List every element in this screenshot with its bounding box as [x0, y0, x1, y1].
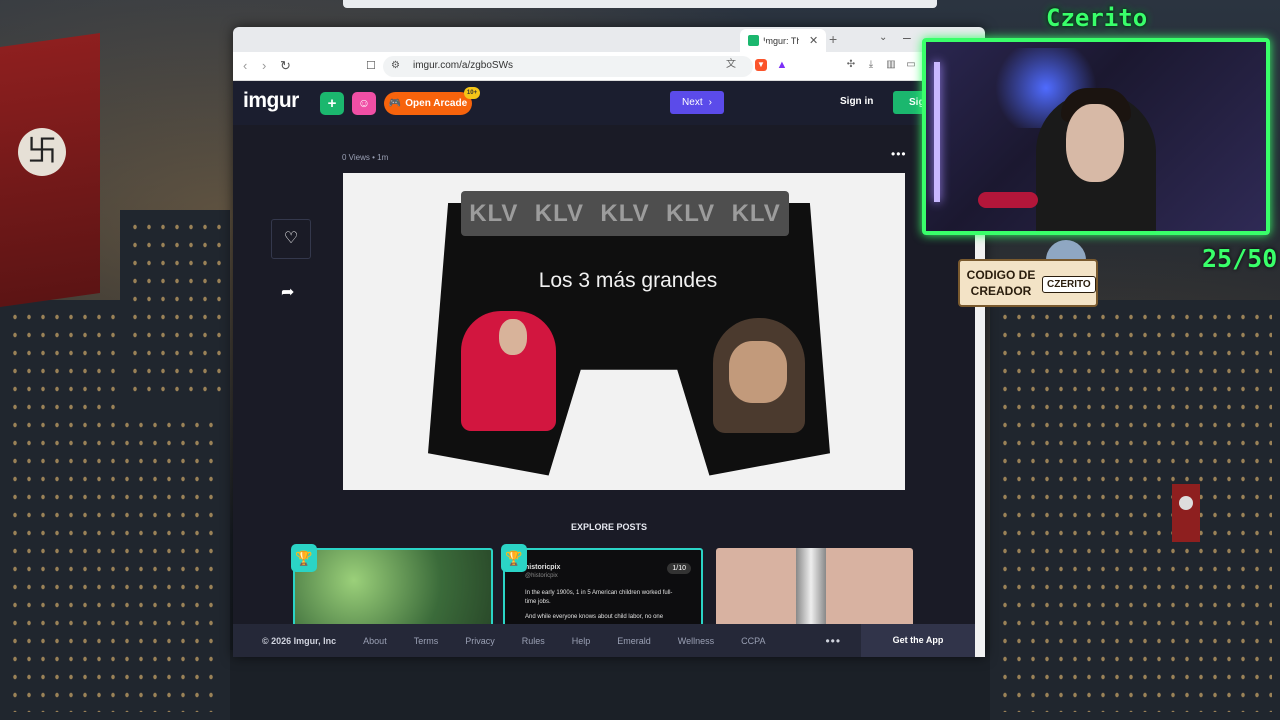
footer-link-ccpa[interactable]: CCPA	[741, 636, 765, 646]
footer-link-terms[interactable]: Terms	[414, 636, 439, 646]
arcade-badge: 10+	[464, 87, 480, 99]
background-window-edge	[343, 0, 937, 8]
creator-code-name: CZERITO	[1042, 276, 1096, 293]
url-text[interactable]: imgur.com/a/zgboSWs	[413, 60, 513, 71]
sign-in-link[interactable]: Sign in	[840, 96, 873, 107]
next-label: Next	[682, 97, 703, 108]
footer-copyright: © 2026 Imgur, Inc	[262, 635, 337, 646]
explore-card[interactable]	[716, 548, 913, 628]
card-text: In the early 1900s, 1 in 5 American chil…	[525, 590, 673, 605]
gamepad-icon: 🎮	[388, 98, 402, 109]
person-face	[499, 319, 527, 355]
reload-icon[interactable]: ↻	[280, 58, 291, 74]
open-arcade-label: Open Arcade	[405, 98, 468, 109]
minimize-window-icon[interactable]: –	[903, 29, 911, 45]
imgur-logo[interactable]: imgur	[243, 89, 299, 113]
upload-button[interactable]: +	[320, 92, 344, 115]
footer-link-wellness[interactable]: Wellness	[678, 636, 714, 646]
share-arrow-icon[interactable]: ➦	[281, 282, 294, 302]
post-image[interactable]: KLV KLV KLV KLV KLV Los 3 más grandes	[343, 173, 905, 490]
waistband-text: KLV	[665, 199, 716, 227]
background-street	[230, 650, 990, 720]
tab-strip: Imgur: Th ✕ + ⌄ –	[233, 27, 985, 52]
sidebar-icon[interactable]: ▥	[885, 59, 897, 71]
site-info-icon[interactable]: ⚙	[391, 60, 400, 71]
wallet-icon[interactable]: ▭	[905, 59, 917, 71]
banner-emblem: 卐	[18, 128, 66, 176]
explore-card[interactable]	[293, 548, 493, 628]
background-building	[990, 300, 1280, 720]
footer-link-privacy[interactable]: Privacy	[465, 636, 495, 646]
creator-code-label: CODIGO DE CREADOR	[966, 268, 1036, 298]
browser-window: Imgur: Th ✕ + ⌄ – ‹ › ↻ ☐ ⚙ imgur.com/a/…	[233, 27, 985, 657]
brave-shield-icon[interactable]: ▼	[755, 59, 767, 71]
watch-image	[796, 548, 826, 628]
new-tab-button[interactable]: +	[829, 31, 837, 47]
red-banner-small	[1172, 484, 1200, 542]
waistband-text: KLV	[600, 199, 650, 227]
rewards-triangle-icon[interactable]: ▲	[776, 59, 788, 71]
background-building	[120, 210, 230, 410]
waistband-text: KLV	[731, 199, 781, 227]
streamer-name: Czerito	[1046, 4, 1148, 32]
creator-code-badge: CODIGO DE CREADOR CZERITO	[958, 259, 1098, 307]
card-user: historicpix	[525, 564, 561, 571]
imgur-header: imgur + ☺ 🎮 Open Arcade 10+ Next › Sign …	[233, 81, 985, 125]
waistband-text: KLV	[469, 199, 519, 227]
person-face	[729, 341, 787, 403]
meme-gen-button[interactable]: ☺	[352, 92, 376, 115]
card-count-badge: 1/10	[667, 563, 691, 574]
explore-card[interactable]: historicpix @historicpix 1/10 In the ear…	[503, 548, 703, 628]
footer: © 2026 Imgur, Inc About Terms Privacy Ru…	[233, 624, 975, 657]
footer-more-icon[interactable]: •••	[825, 634, 841, 648]
extensions-icon[interactable]: ✣	[845, 59, 857, 71]
favorite-heart-button[interactable]: ♡	[271, 219, 311, 259]
next-button[interactable]: Next ›	[670, 91, 724, 114]
browser-tab[interactable]: Imgur: Th ✕	[740, 29, 826, 52]
open-arcade-button[interactable]: 🎮 Open Arcade	[384, 92, 472, 115]
microphone	[978, 192, 1038, 208]
explore-heading: EXPLORE POSTS	[570, 522, 648, 532]
forward-arrow-icon[interactable]: ›	[262, 58, 266, 73]
browser-toolbar: ‹ › ↻ ☐ ⚙ imgur.com/a/zgboSWs 文 ▼ ▲ ✣ ⤓ …	[233, 52, 985, 81]
post-meta: 0 Views • 1m	[342, 153, 389, 162]
download-icon[interactable]: ⤓	[865, 59, 877, 71]
chevron-right-icon: ›	[708, 97, 712, 108]
webcam-feed	[922, 38, 1270, 235]
footer-link-emerald[interactable]: Emerald	[617, 636, 651, 646]
footer-link-help[interactable]: Help	[572, 636, 591, 646]
goal-counter: 25/50	[1202, 244, 1278, 273]
boxer-waistband: KLV KLV KLV KLV KLV	[461, 191, 789, 236]
bookmark-icon[interactable]: ☐	[366, 59, 376, 72]
trophy-icon: 🏆	[501, 544, 527, 572]
card-text: And while everyone knows about child lab…	[525, 614, 664, 620]
post-options-icon[interactable]: •••	[891, 147, 907, 161]
footer-link-about[interactable]: About	[363, 636, 387, 646]
back-arrow-icon[interactable]: ‹	[243, 58, 247, 73]
tab-close-icon[interactable]: ✕	[809, 34, 818, 47]
image-caption: Los 3 más grandes	[538, 269, 718, 292]
trophy-icon: 🏆	[291, 544, 317, 572]
led-strip	[934, 62, 940, 202]
translate-icon[interactable]: 文	[725, 59, 737, 71]
card-handle: @historicpix	[525, 573, 558, 579]
tab-search-chevron-icon[interactable]: ⌄	[879, 32, 887, 43]
get-app-button[interactable]: Get the App	[861, 624, 975, 657]
footer-link-rules[interactable]: Rules	[522, 636, 545, 646]
streamer-face	[1066, 104, 1124, 182]
waistband-text: KLV	[534, 199, 584, 227]
